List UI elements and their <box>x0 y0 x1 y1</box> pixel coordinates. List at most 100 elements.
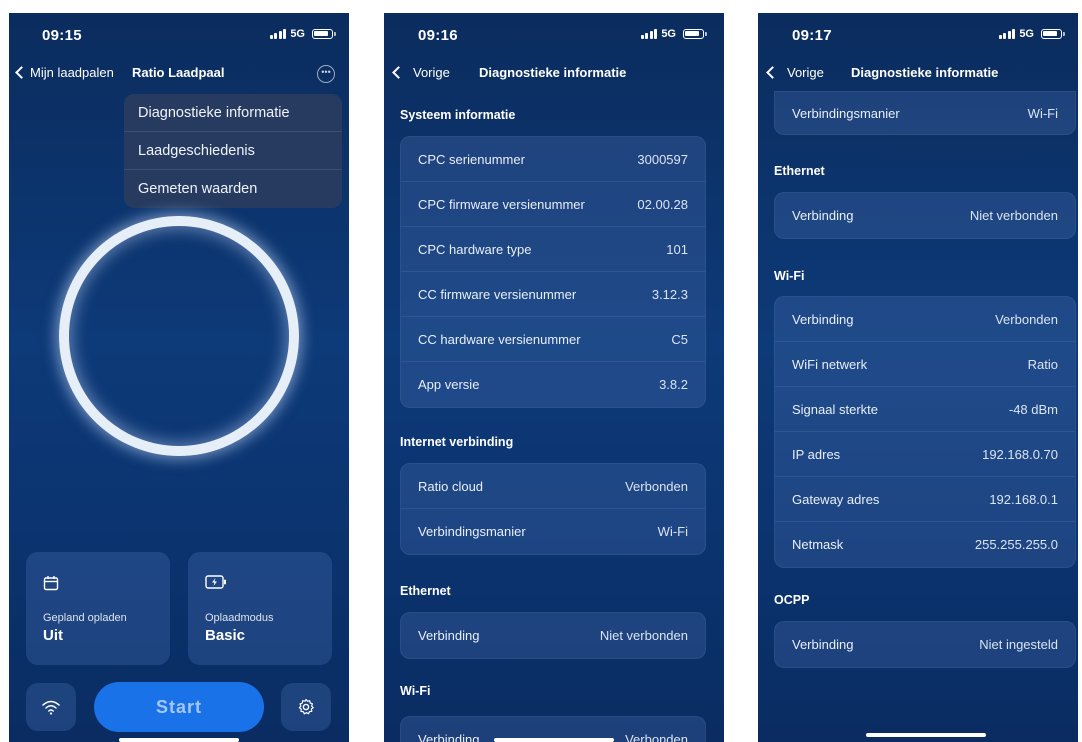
row-label: App versie <box>418 377 480 392</box>
chevron-left-icon <box>766 66 779 79</box>
ethernet-card: Verbinding Niet verbonden <box>774 192 1076 239</box>
row-value: Niet verbonden <box>969 208 1058 223</box>
status-icons: 5G <box>998 28 1065 40</box>
row-label: Signaal sterkte <box>792 401 878 417</box>
menu-item-diagnostics[interactable]: Diagnostieke informatie <box>124 94 342 132</box>
calendar-icon <box>43 576 59 591</box>
start-button[interactable]: Start <box>94 682 264 732</box>
menu-item-measured-values[interactable]: Gemeten waarden <box>124 170 342 208</box>
back-button[interactable]: Mijn laadpalen <box>13 65 114 80</box>
row-value: 3.12.3 <box>651 286 688 302</box>
menu-item-charge-history[interactable]: Laadgeschiedenis <box>124 132 342 170</box>
dropdown-menu: Diagnostieke informatie Laadgeschiedenis… <box>124 94 342 208</box>
row-value: 192.168.0.1 <box>989 491 1058 507</box>
info-row: Verbindingsmanier Wi-Fi <box>401 509 705 554</box>
tile-value: Uit <box>43 627 63 644</box>
section-title: Ethernet <box>774 164 825 178</box>
signal-icon <box>269 29 287 39</box>
row-value: 101 <box>666 241 688 257</box>
signal-icon <box>998 29 1016 39</box>
info-row: Verbindingsmanier Wi-Fi <box>775 92 1075 134</box>
section-title: Ethernet <box>400 584 451 598</box>
info-row: CC firmware versienummer 3.12.3 <box>401 272 705 317</box>
chevron-left-icon <box>15 66 28 79</box>
status-bar: 09:16 5G <box>384 13 724 57</box>
home-indicator <box>494 738 614 742</box>
info-row: App versie 3.8.2 <box>401 362 705 407</box>
status-icons: 5G <box>640 28 707 40</box>
info-row: CPC firmware versienummer 02.00.28 <box>401 182 705 227</box>
row-value: C5 <box>671 331 688 347</box>
info-row: Signaal sterkte -48 dBm <box>775 387 1075 432</box>
row-label: Verbinding <box>792 311 854 327</box>
back-button[interactable]: Vorige <box>764 65 824 80</box>
info-row: Verbinding Niet verbonden <box>775 193 1075 238</box>
info-row: Netmask 255.255.255.0 <box>775 522 1075 567</box>
diagnostics-screen: 09:16 5G Vorige Diagnostieke informatie … <box>384 13 724 742</box>
row-label: CPC firmware versienummer <box>418 196 585 212</box>
section-title: Internet verbinding <box>400 435 514 449</box>
info-row: Ratio cloud Verbonden <box>401 464 705 509</box>
status-bar: 09:17 5G <box>758 13 1078 57</box>
tile-label: Gepland opladen <box>43 612 127 624</box>
charging-status-ring <box>59 216 299 456</box>
section-title: Systeem informatie <box>400 108 516 122</box>
battery-charge-icon <box>205 575 226 589</box>
nav-bar: Mijn laadpalen Ratio Laadpaal <box>9 63 349 87</box>
battery-icon <box>683 29 707 39</box>
battery-icon <box>1041 29 1065 39</box>
tile-value: Basic <box>205 627 246 644</box>
row-value: Verbonden <box>995 311 1058 327</box>
row-label: Verbindingsmanier <box>418 524 526 539</box>
status-icons: 5G <box>269 28 336 40</box>
row-value: 255.255.255.0 <box>974 537 1058 552</box>
back-label: Mijn laadpalen <box>30 65 114 80</box>
row-value: 02.00.28 <box>637 196 688 212</box>
back-label: Vorige <box>787 65 824 80</box>
row-label: CC hardware versienummer <box>418 331 581 347</box>
home-indicator <box>866 733 986 737</box>
network-type: 5G <box>1019 28 1034 40</box>
ocpp-card: Verbinding Niet ingesteld <box>774 621 1076 668</box>
charge-mode-tile[interactable]: Oplaadmodus Basic <box>188 552 332 665</box>
row-label: Verbinding <box>418 628 480 643</box>
row-value: Wi-Fi <box>1027 105 1058 121</box>
section-title: Wi-Fi <box>400 684 431 698</box>
info-row: Verbinding Niet ingesteld <box>775 622 1075 667</box>
info-row: Verbinding Niet verbonden <box>401 613 705 658</box>
gear-icon <box>298 698 314 715</box>
wifi-button[interactable] <box>26 683 76 731</box>
scheduled-charging-tile[interactable]: Gepland opladen Uit <box>26 552 170 665</box>
row-label: Netmask <box>792 537 844 552</box>
back-button[interactable]: Vorige <box>390 65 450 80</box>
status-bar: 09:15 5G <box>9 13 349 57</box>
info-row: CC hardware versienummer C5 <box>401 317 705 362</box>
row-value: Niet verbonden <box>599 628 688 643</box>
home-screen: 09:15 5G Mijn laadpalen Ratio Laadpaal •… <box>9 13 349 742</box>
tile-label: Oplaadmodus <box>205 612 274 624</box>
nav-bar: Vorige Diagnostieke informatie <box>384 63 724 87</box>
row-label: Verbinding <box>792 637 854 652</box>
row-label: CPC serienummer <box>418 151 525 167</box>
internet-card-partial: Verbindingsmanier Wi-Fi <box>774 91 1076 135</box>
network-type: 5G <box>661 28 676 40</box>
section-title: OCPP <box>774 593 810 607</box>
signal-icon <box>640 29 658 39</box>
ellipsis-circle-icon[interactable]: ••• <box>317 65 335 83</box>
ethernet-card: Verbinding Niet verbonden <box>400 612 706 659</box>
diagnostics-screen-scrolled: 09:17 5G Vorige Diagnostieke informatie … <box>758 13 1078 742</box>
row-value: 192.168.0.70 <box>982 446 1058 462</box>
row-label: Ratio cloud <box>418 478 484 494</box>
settings-button[interactable] <box>281 683 331 731</box>
row-value: 3.8.2 <box>659 377 688 392</box>
chevron-left-icon <box>392 66 405 79</box>
system-info-card: CPC serienummer 3000597 CPC firmware vers… <box>400 136 706 408</box>
row-value: Ratio <box>1027 356 1058 372</box>
section-title: Wi-Fi <box>774 269 805 283</box>
row-value: Niet ingesteld <box>979 637 1058 652</box>
row-value: Verbonden <box>625 478 688 494</box>
info-row: CPC serienummer 3000597 <box>401 137 705 182</box>
row-value: Wi-Fi <box>657 524 688 539</box>
row-label: CC firmware versienummer <box>418 286 577 302</box>
row-label: WiFi netwerk <box>792 356 868 372</box>
